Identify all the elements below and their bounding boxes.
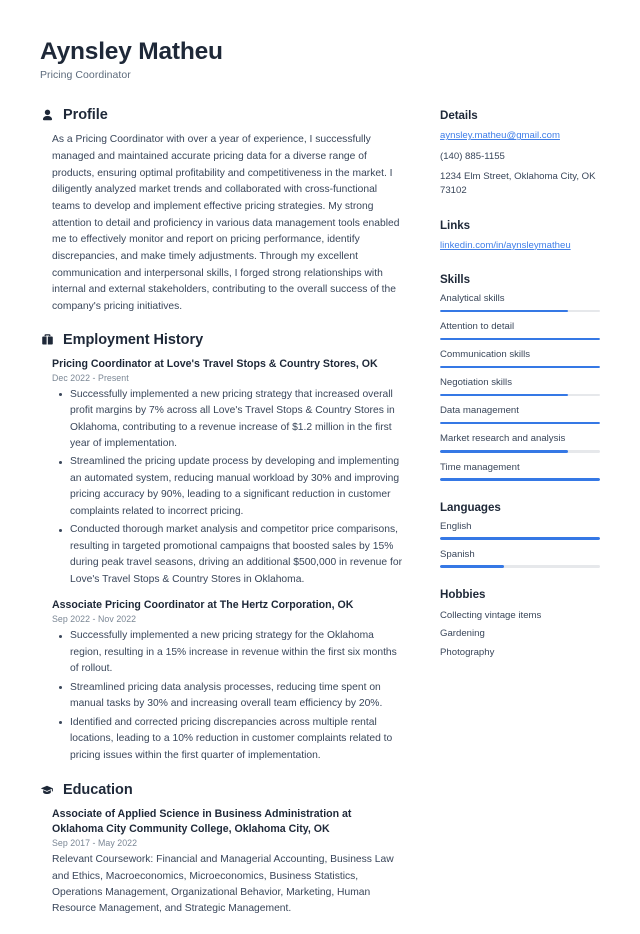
skill-item: Negotiation skills [440, 377, 600, 397]
email-link[interactable]: aynsley.matheu@gmail.com [440, 129, 600, 143]
section-profile-header: Profile [40, 107, 402, 123]
skill-label: Data management [440, 405, 519, 417]
sidebar-skills: Skills Analytical skills Attention to de… [440, 273, 600, 481]
language-meter-fill [440, 565, 504, 568]
language-label: English [440, 520, 472, 532]
skill-meter-fill [440, 421, 600, 425]
education-entry-title: Associate of Applied Science in Business… [52, 808, 352, 836]
hobby-item: Photography [440, 646, 495, 658]
hobby-item: Gardening [440, 628, 485, 640]
skill-meter-fill [440, 309, 568, 313]
education-entry-date: Sep 2017 - May 2022 [52, 838, 138, 849]
skill-meter-fill [440, 365, 600, 369]
graduation-cap-icon [40, 783, 54, 797]
language-meter-track [440, 537, 600, 540]
resume-header: Aynsley Matheu Pricing Coordinator [40, 38, 600, 81]
list-item: Successfully implemented a new pricing s… [59, 387, 402, 453]
sidebar-details: Details aynsley.matheu@gmail.com (140) 8… [440, 109, 600, 199]
resume-page: Aynsley Matheu Pricing Coordinator Profi… [0, 0, 640, 914]
skill-meter-fill [440, 449, 568, 453]
employment-entry: Pricing Coordinator at Love's Travel Sto… [52, 357, 402, 589]
skill-label: Market research and analysis [440, 433, 566, 445]
sidebar-languages: Languages English Spanish [440, 501, 600, 568]
briefcase-icon [40, 333, 54, 347]
skill-item: Analytical skills [440, 293, 600, 313]
phone-text: (140) 885-1155 [440, 150, 505, 162]
language-label: Spanish [440, 548, 475, 560]
resume-body: Profile As a Pricing Coordinator with ov… [40, 107, 600, 934]
skill-meter-track [440, 365, 600, 369]
list-item: Streamlined pricing data analysis proces… [59, 680, 402, 713]
employment-entry-title: Associate Pricing Coordinator at The Her… [52, 599, 354, 612]
candidate-name: Aynsley Matheu [40, 38, 223, 65]
skill-item: Attention to detail [440, 321, 600, 341]
hobby-item: Collecting vintage items [440, 609, 542, 621]
skill-label: Negotiation skills [440, 377, 512, 389]
skill-meter-fill [440, 337, 600, 341]
section-profile-title: Profile [63, 107, 108, 124]
employment-entry-bullets: Successfully implemented a new pricing s… [52, 628, 402, 764]
address-text: 1234 Elm Street, Oklahoma City, OK 73102 [440, 170, 596, 197]
sidebar-skills-title: Skills [440, 273, 470, 287]
main-column: Profile As a Pricing Coordinator with ov… [40, 107, 402, 934]
section-employment-title: Employment History [63, 331, 204, 348]
sidebar-column: Details aynsley.matheu@gmail.com (140) 8… [440, 107, 600, 680]
skill-item: Data management [440, 405, 600, 425]
section-education-title: Education [63, 782, 133, 798]
education-entry: Associate of Applied Science in Business… [52, 807, 402, 918]
skill-meter-track [440, 477, 600, 481]
education-entry-description: Relevant Coursework: Financial and Manag… [52, 854, 394, 915]
skill-item: Time management [440, 462, 600, 481]
person-icon [40, 108, 54, 122]
skill-meter-fill [440, 477, 600, 481]
employment-entry-date: Sep 2022 - Nov 2022 [52, 614, 137, 625]
skill-label: Analytical skills [440, 293, 505, 305]
skill-meter-track [440, 337, 600, 341]
section-profile: Profile As a Pricing Coordinator with ov… [40, 107, 402, 315]
sidebar-links: Links linkedin.com/in/aynsleymatheu [440, 219, 600, 253]
skill-meter-track [440, 309, 600, 313]
skill-meter-track [440, 393, 600, 397]
employment-entry-date: Dec 2022 - Present [52, 372, 129, 383]
language-meter-fill [440, 537, 600, 540]
list-item: Streamlined the pricing update process b… [59, 454, 402, 520]
list-item: Successfully implemented a new pricing s… [59, 628, 402, 677]
language-item: Spanish [440, 549, 600, 568]
linkedin-link[interactable]: linkedin.com/in/aynsleymatheu [440, 239, 600, 253]
candidate-job-title: Pricing Coordinator [40, 69, 131, 82]
list-item: Identified and corrected pricing discrep… [59, 715, 402, 764]
profile-text: As a Pricing Coordinator with over a yea… [52, 134, 400, 312]
language-meter-track [440, 565, 600, 568]
sidebar-languages-title: Languages [440, 500, 501, 514]
sidebar-details-title: Details [440, 109, 478, 123]
skill-item: Communication skills [440, 349, 600, 369]
list-item: Conducted thorough market analysis and c… [59, 522, 402, 588]
employment-entry-title: Pricing Coordinator at Love's Travel Sto… [52, 357, 378, 370]
section-employment: Employment History Pricing Coordinator a… [40, 332, 402, 764]
sidebar-hobbies-title: Hobbies [440, 587, 486, 601]
skill-meter-track [440, 421, 600, 425]
section-education-header: Education [40, 782, 402, 798]
language-item: English [440, 521, 600, 540]
employment-entry: Associate Pricing Coordinator at The Her… [52, 598, 402, 764]
section-education: Education Associate of Applied Science i… [40, 782, 402, 918]
skill-label: Communication skills [440, 349, 531, 361]
sidebar-hobbies: Hobbies Collecting vintage items Gardeni… [440, 588, 600, 661]
skill-item: Market research and analysis [440, 433, 600, 453]
skill-label: Attention to detail [440, 321, 515, 333]
section-employment-header: Employment History [40, 332, 402, 348]
employment-entry-bullets: Successfully implemented a new pricing s… [52, 387, 402, 589]
skill-label: Time management [440, 461, 520, 473]
skill-meter-fill [440, 393, 568, 397]
sidebar-links-title: Links [440, 218, 471, 232]
skill-meter-track [440, 449, 600, 453]
